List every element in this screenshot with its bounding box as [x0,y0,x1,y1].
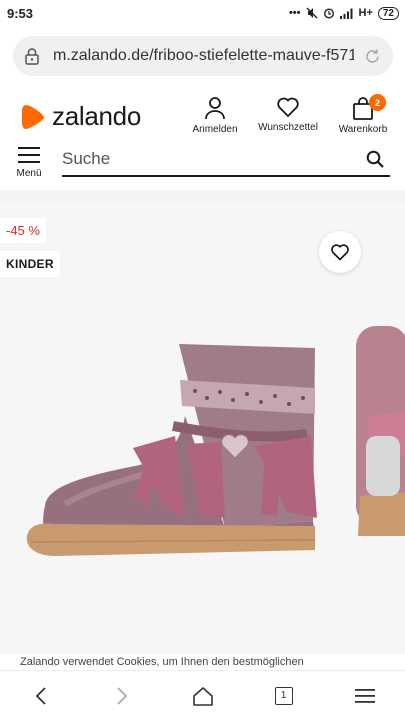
overflow-menu-icon [354,688,375,703]
zalando-logo[interactable]: zalando [21,101,141,132]
product-image-carousel[interactable]: -45 % KINDER [0,204,405,654]
discount-badge: -45 % [0,218,46,243]
cart-count-badge: 2 [369,94,386,111]
browser-bottom-nav: 1 [0,670,405,720]
divider [0,190,405,204]
menu-label: Menü [16,168,42,179]
wishlist-button[interactable]: Wunschzettel [248,96,328,133]
forward-icon [116,686,127,705]
tabs-button[interactable]: 1 [264,676,304,716]
home-button[interactable] [183,676,223,716]
battery-indicator: 72 [377,6,399,20]
status-icons: ••• H+ 72 [288,6,399,20]
search-input[interactable]: Suche [62,143,390,177]
logo-mark-icon [22,104,45,129]
overflow-menu-button[interactable] [345,676,385,716]
mute-icon [306,7,317,19]
status-time: 9:53 [7,5,34,21]
heart-icon [331,244,349,261]
cookie-notice: Zalando verwendet Cookies, um Ihnen den … [20,656,304,668]
account-button[interactable]: Anmelden [175,96,255,135]
menu-button[interactable]: Menü [14,146,44,179]
menu-icon [18,147,40,163]
category-badge: KINDER [0,251,60,277]
search-placeholder: Suche [62,149,111,168]
cart-label: Warenkorb [338,124,388,135]
product-image-boot [26,344,317,556]
tabs-icon: 1 [274,686,293,705]
site-header: zalando Anmelden Wunschzettel 2 Warenkor… [0,92,405,140]
url-text[interactable]: m.zalando.de/friboo-stiefelette-mauve-f5… [53,47,354,65]
user-icon [205,97,225,120]
account-label: Anmelden [192,124,238,135]
home-icon [192,686,213,706]
search-icon[interactable] [366,150,384,168]
reload-icon[interactable] [364,48,381,65]
heart-icon [277,97,299,117]
back-icon [35,686,46,705]
cart-button[interactable]: 2 Warenkorb [323,94,403,135]
product-image-next [356,326,405,536]
logo-text: zalando [52,101,141,131]
back-button[interactable] [21,676,61,716]
signal-icon [339,8,352,19]
network-type: H+ [358,7,373,19]
dots-icon: ••• [288,7,301,19]
forward-button[interactable] [102,676,142,716]
add-to-wishlist-button[interactable] [319,231,361,273]
address-bar[interactable]: m.zalando.de/friboo-stiefelette-mauve-f5… [13,36,393,76]
lock-icon [25,47,39,65]
alarm-icon [323,8,334,19]
status-bar: 9:53 ••• H+ 72 [0,0,405,26]
wishlist-label: Wunschzettel [258,122,318,133]
